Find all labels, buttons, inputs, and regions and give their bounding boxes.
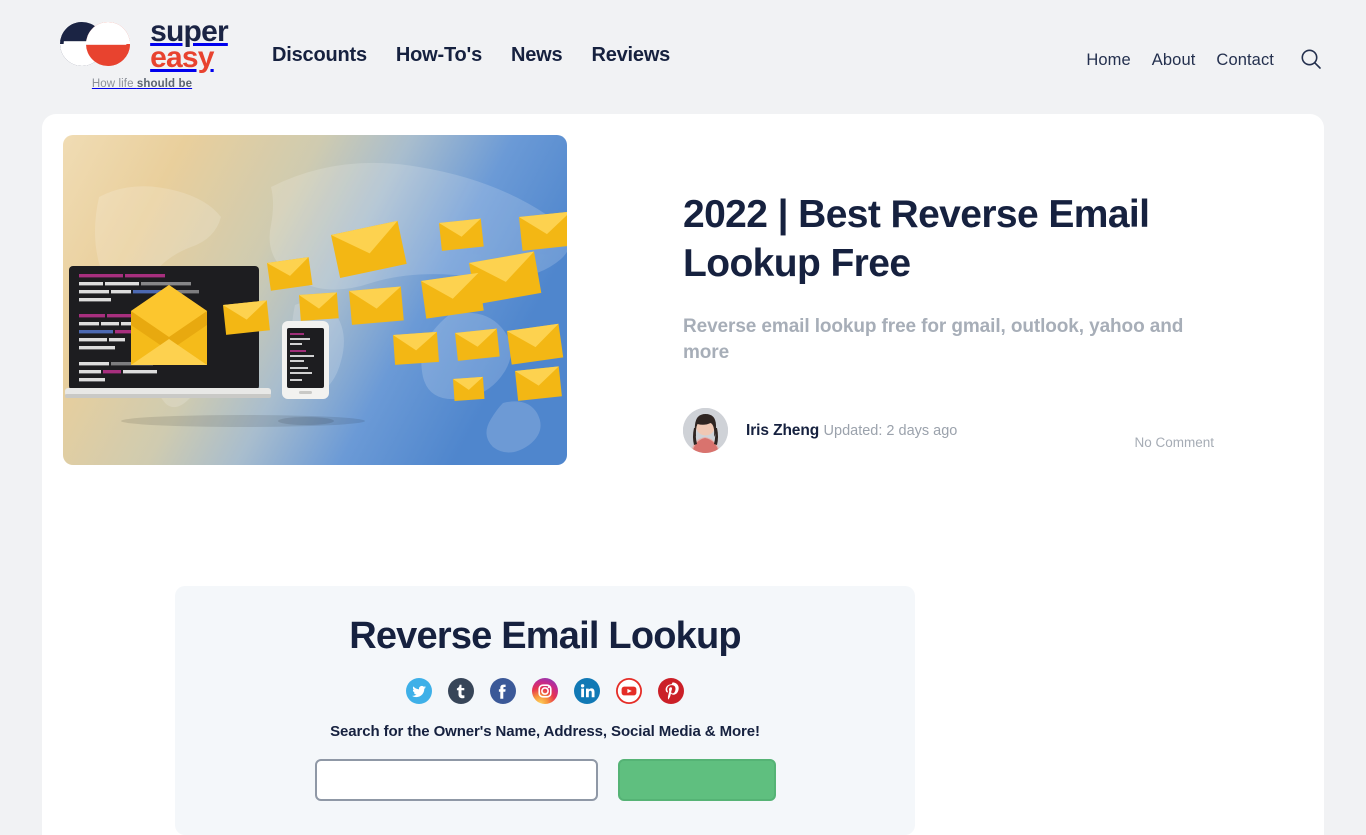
article-subtitle: Reverse email lookup free for gmail, out…	[683, 316, 1184, 364]
lookup-submit-button[interactable]	[617, 758, 776, 801]
lookup-prompt: Search for the Owner's Name, Address, So…	[330, 722, 760, 740]
nav-item-discounts[interactable]: Discounts	[272, 44, 367, 67]
tumblr-icon[interactable]	[448, 677, 474, 704]
youtube-icon[interactable]	[616, 677, 642, 704]
facebook-icon[interactable]	[490, 677, 516, 704]
social-icons-row	[205, 677, 885, 704]
reverse-email-lookup-widget: Reverse Email Lookup Search for the Owne…	[175, 586, 915, 835]
article-hero-image	[63, 135, 567, 465]
email-search-input[interactable]	[314, 758, 598, 801]
brand-wordmark: super easy	[150, 17, 229, 74]
byline-text: Iris Zheng Updated: 2 days ago	[746, 422, 957, 440]
site-logo[interactable]: super easy How life should be	[42, 17, 242, 90]
article-header: 2022 | Best Reverse Email Lookup Free Re…	[42, 114, 1324, 465]
tagline-bold: should be	[136, 77, 193, 90]
pinterest-icon[interactable]	[658, 677, 684, 704]
content-card: 2022 | Best Reverse Email Lookup Free Re…	[42, 114, 1324, 835]
brand-row: super easy	[56, 17, 229, 74]
author-avatar[interactable]	[683, 408, 728, 454]
brand-word-easy: easy	[150, 40, 214, 74]
superreasy-double-e-logo-icon	[56, 20, 140, 68]
utility-navigation: Home About Contact	[1086, 47, 1324, 73]
twitter-icon[interactable]	[406, 677, 432, 704]
article-title: 2022 | Best Reverse Email Lookup Free	[683, 193, 1150, 286]
nav-item-how-tos[interactable]: How-To's	[396, 44, 482, 67]
nav-item-reviews[interactable]: Reviews	[591, 44, 670, 67]
search-icon	[1300, 48, 1322, 73]
lookup-widget-title: Reverse Email Lookup	[349, 615, 741, 657]
brand-tagline: How life should be	[92, 78, 192, 90]
author-name[interactable]: Iris Zheng	[746, 422, 819, 439]
linkedin-icon[interactable]	[574, 677, 600, 704]
nav-item-contact[interactable]: Contact	[1216, 51, 1274, 70]
primary-navigation: Discounts How-To's News Reviews	[272, 44, 670, 67]
search-button[interactable]	[1298, 47, 1324, 73]
comment-count[interactable]: No Comment	[1134, 435, 1214, 453]
article-byline: Iris Zheng Updated: 2 days ago No Commen…	[683, 408, 1214, 454]
nav-item-news[interactable]: News	[511, 44, 563, 67]
article-meta: 2022 | Best Reverse Email Lookup Free Re…	[567, 135, 1303, 465]
nav-item-home[interactable]: Home	[1086, 51, 1130, 70]
lookup-form	[205, 758, 885, 801]
article-updated-date: Updated: 2 days ago	[823, 422, 958, 439]
lookup-section: Reverse Email Lookup Search for the Owne…	[42, 465, 1324, 835]
site-header: super easy How life should be Discounts …	[0, 0, 1366, 114]
tagline-prefix: How life	[91, 77, 137, 90]
instagram-icon[interactable]	[532, 677, 558, 704]
nav-item-about[interactable]: About	[1152, 51, 1196, 70]
